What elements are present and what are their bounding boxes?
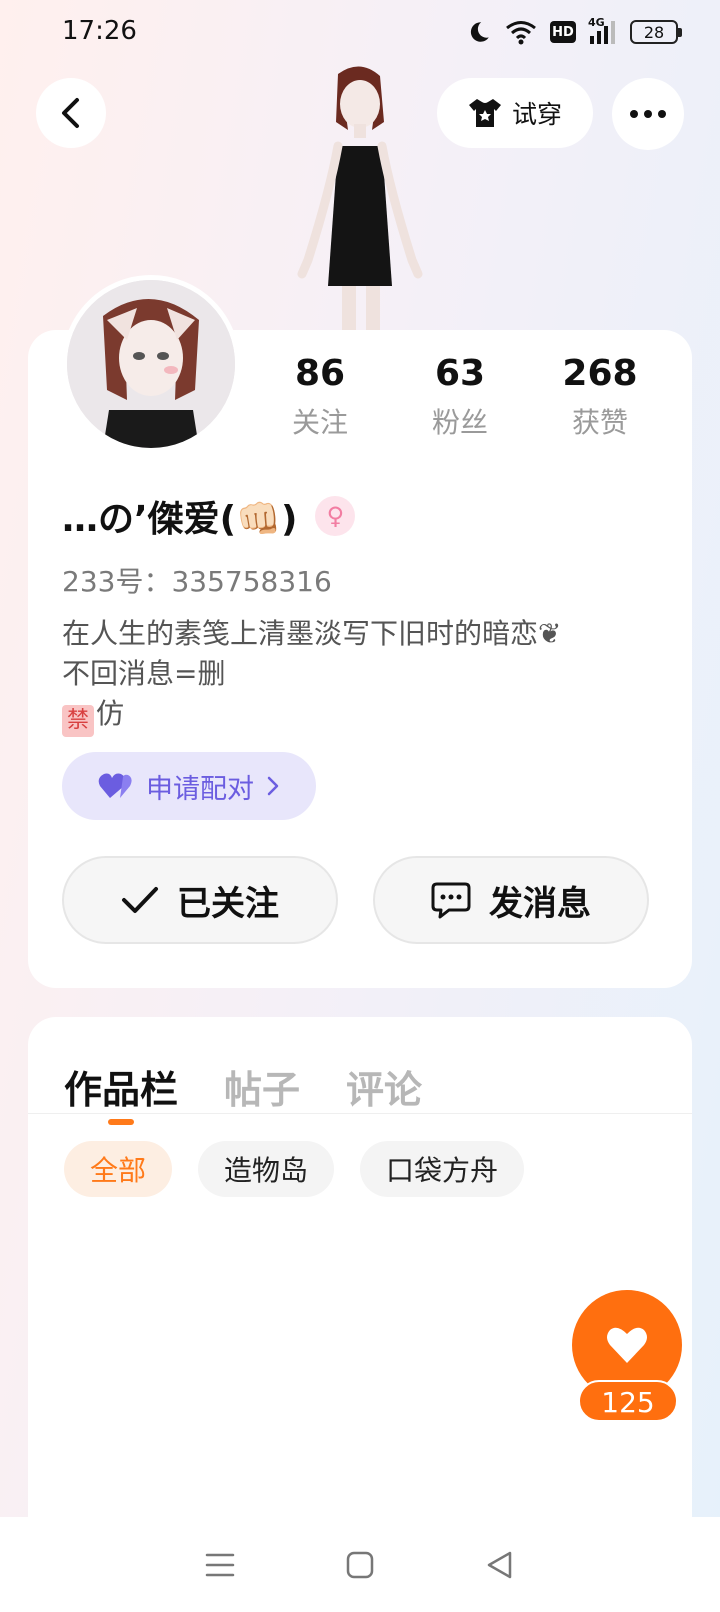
stat-value: 63 xyxy=(434,353,486,394)
stat-following[interactable]: 86 关注 xyxy=(250,352,390,441)
avatar-figure xyxy=(280,60,450,332)
try-on-button[interactable]: 试穿 xyxy=(437,78,593,148)
hd-badge: HD xyxy=(550,21,576,43)
check-icon xyxy=(122,887,158,913)
try-on-label: 试穿 xyxy=(511,100,562,129)
status-time: 17:26 xyxy=(62,16,137,46)
chip-pocket-ark[interactable]: 口袋方舟 xyxy=(360,1141,525,1197)
stat-label: 获赞 xyxy=(571,406,628,440)
stat-label: 粉丝 xyxy=(431,406,488,440)
bio-line: 在人生的素笺上清墨淡写下旧时的暗恋❦ xyxy=(62,617,562,650)
back-icon[interactable] xyxy=(485,1550,515,1580)
stat-likes[interactable]: 268 获赞 xyxy=(530,352,670,441)
more-button[interactable] xyxy=(612,78,684,150)
follow-label: 已关注 xyxy=(177,883,279,924)
home-icon[interactable] xyxy=(345,1550,375,1580)
chevron-left-icon xyxy=(62,98,79,128)
moon-icon xyxy=(470,22,489,42)
stat-value: 86 xyxy=(294,353,346,394)
bio-line: 不回消息=删 xyxy=(62,657,226,690)
username: …の’傑爱(👊🏻) xyxy=(62,499,298,540)
like-count: 125 xyxy=(578,1380,678,1422)
stat-label: 关注 xyxy=(291,406,348,440)
avatar-image xyxy=(67,280,235,448)
pair-request-button[interactable]: 申请配对 xyxy=(62,752,316,820)
tab-indicator xyxy=(108,1119,134,1125)
status-bar: 17:26 HD 4G 28 xyxy=(0,0,720,64)
message-button[interactable]: 发消息 xyxy=(373,856,649,944)
pair-label: 申请配对 xyxy=(146,773,254,805)
ban-icon: 禁 xyxy=(62,705,94,737)
filter-chips: 全部 造物岛 口袋方舟 xyxy=(64,1141,525,1197)
heart-icon xyxy=(607,1327,647,1363)
username-row: …の’傑爱(👊🏻) ♀ xyxy=(62,490,356,542)
follow-button[interactable]: 已关注 xyxy=(62,856,338,944)
wifi-icon xyxy=(506,21,536,45)
bio-line-ban: 禁仿 xyxy=(62,694,561,737)
menu-icon[interactable] xyxy=(205,1551,235,1579)
profile-page: 17:26 HD 4G 28 试穿 86 关注 63 粉丝 268 获赞 …の’… xyxy=(0,0,720,1612)
shirt-icon xyxy=(468,99,501,127)
female-icon: ♀ xyxy=(315,496,356,536)
network-label: 4G xyxy=(588,16,605,29)
chat-icon xyxy=(431,882,471,919)
chip-all[interactable]: 全部 xyxy=(64,1141,173,1197)
stats-row: 86 关注 63 粉丝 268 获赞 xyxy=(250,352,670,441)
message-label: 发消息 xyxy=(489,883,591,924)
bio: 在人生的素笺上清墨淡写下旧时的暗恋❦ 不回消息=删 禁仿 xyxy=(62,614,561,737)
chip-creation-island[interactable]: 造物岛 xyxy=(198,1141,335,1197)
avatar-figure-illustration xyxy=(297,66,423,332)
heart-icon xyxy=(98,773,132,798)
bio-line: 仿 xyxy=(96,697,125,730)
stat-value: 268 xyxy=(562,353,638,394)
chevron-right-icon xyxy=(267,776,279,796)
battery-indicator: 28 xyxy=(630,20,682,44)
tab-comments[interactable]: 评论 xyxy=(346,1059,422,1114)
stat-followers[interactable]: 63 粉丝 xyxy=(390,352,530,441)
more-icon xyxy=(630,110,666,118)
tabs-divider xyxy=(28,1113,692,1114)
user-id: 233号：335758316 xyxy=(62,565,332,598)
avatar[interactable] xyxy=(62,275,240,453)
tab-posts[interactable]: 帖子 xyxy=(224,1059,300,1114)
signal-group: 4G xyxy=(588,16,618,44)
tab-bar: 作品栏 帖子 评论 xyxy=(64,1059,422,1114)
status-icons: HD 4G 28 xyxy=(466,16,682,48)
system-nav-bar xyxy=(0,1517,720,1612)
back-button[interactable] xyxy=(36,78,106,148)
tab-works[interactable]: 作品栏 xyxy=(64,1059,178,1114)
like-button[interactable]: 125 xyxy=(572,1290,682,1422)
